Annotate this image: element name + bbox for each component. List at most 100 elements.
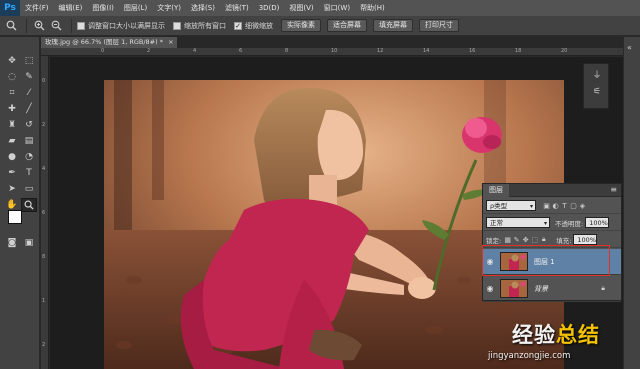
fill-screen-button[interactable]: 填充屏幕 (373, 19, 413, 32)
ruler-tick: 4 (42, 166, 46, 172)
move-tool-icon[interactable]: ✥ (4, 54, 20, 68)
quick-mask-icon[interactable]: ◙ (4, 236, 20, 250)
lasso-tool-icon[interactable]: ◌ (4, 70, 20, 84)
healing-brush-icon[interactable]: ✚ (4, 102, 20, 116)
layer-row-background[interactable]: ◉ 背景 🔒︎ (483, 276, 621, 302)
ruler-tick: 0 (101, 48, 105, 54)
lock-artboard-icon[interactable]: ⬚ (530, 236, 539, 244)
checkbox-box[interactable] (77, 21, 85, 30)
lock-transparent-icon[interactable]: ▦ (503, 236, 512, 244)
ruler-tick: 6 (239, 48, 243, 54)
path-select-icon[interactable]: ➤ (4, 182, 20, 196)
menu-view[interactable]: 视图(V) (284, 0, 318, 16)
resize-windows-label: 调整窗口大小以满屏显示 (88, 21, 165, 30)
menu-file[interactable]: 文件(F) (20, 0, 54, 16)
horizontal-ruler: 0 2 4 6 8 10 12 14 16 18 20 (41, 48, 623, 56)
visibility-eye-icon[interactable]: ◉ (483, 284, 497, 293)
menu-select[interactable]: 选择(S) (186, 0, 220, 16)
layers-filter-row: ρ类型 ▾ ▣ ◐ T ▢ ◈ (483, 198, 621, 214)
pen-tool-icon[interactable]: ✒ (4, 166, 20, 180)
fill-label: 填充: (556, 236, 572, 245)
menu-help[interactable]: 帮助(H) (355, 0, 390, 16)
watermark-title-part1: 经验 (512, 323, 556, 347)
filter-shape-icon[interactable]: ▢ (569, 202, 578, 210)
lock-icon[interactable]: 🔒︎ (601, 284, 605, 293)
foreground-color-swatch[interactable] (8, 210, 22, 224)
ruler-tick: 20 (561, 48, 568, 54)
zoom-tool-icon[interactable] (4, 19, 18, 33)
filter-kind-select[interactable]: ρ类型 ▾ (486, 200, 536, 211)
checkbox-box[interactable] (173, 21, 181, 30)
divider (26, 18, 27, 33)
screen-mode-icon[interactable]: ▣ (21, 236, 37, 250)
document-tab[interactable]: 玫瑰.jpg @ 66.7% (图层 1, RGB/8#) * × (41, 37, 177, 48)
type-tool-icon[interactable]: T (21, 166, 37, 180)
panel-menu-icon[interactable]: ≡ (610, 185, 617, 194)
menu-image[interactable]: 图像(I) (87, 0, 119, 16)
dodge-tool-icon[interactable]: ◔ (21, 150, 37, 164)
blend-mode-select[interactable]: 正常 ▾ (486, 217, 550, 228)
ruler-tick: 16 (469, 48, 476, 54)
menu-3d[interactable]: 3D(D) (254, 0, 285, 16)
ruler-tick: 10 (331, 48, 338, 54)
resize-windows-checkbox[interactable]: 调整窗口大小以满屏显示 (77, 21, 165, 31)
actual-pixels-button[interactable]: 实际像素 (281, 19, 321, 32)
filter-smart-icon[interactable]: ◈ (578, 202, 587, 210)
menu-layer[interactable]: 图层(L) (119, 0, 152, 16)
collapse-icon[interactable]: « (627, 43, 632, 52)
crop-tool-icon[interactable]: ⌗ (4, 86, 20, 100)
fill-input[interactable]: 100% (573, 234, 598, 245)
watermark-title: 经验总结 (512, 319, 600, 349)
quick-select-tool-icon[interactable]: ✎ (21, 70, 37, 84)
close-icon[interactable]: × (168, 38, 173, 46)
opacity-input[interactable]: 100% (585, 217, 610, 228)
watermark-url: jingyanzongjie.com (488, 351, 571, 361)
checkbox-checked[interactable]: ✓ (234, 21, 242, 30)
opacity-label: 不透明度: (555, 219, 584, 228)
highlight-box (482, 245, 610, 276)
brush-tool-icon[interactable]: ╱ (21, 102, 37, 116)
filter-type-icon[interactable]: T (560, 202, 569, 210)
layer-thumbnail (500, 279, 528, 298)
lock-all-icon[interactable]: 🔒︎ (539, 235, 548, 244)
ruler-tick: 6 (42, 210, 46, 216)
adjustments-panel-icon[interactable]: ⚟ (590, 86, 604, 98)
zoom-in-icon[interactable] (32, 19, 46, 33)
zoom-all-windows-checkbox[interactable]: 缩放所有窗口 (173, 21, 226, 31)
lock-image-icon[interactable]: ✎ (512, 236, 521, 244)
ruler-tick: 0 (42, 78, 46, 84)
ruler-tick: 8 (42, 254, 46, 260)
menu-filter[interactable]: 滤镜(T) (220, 0, 254, 16)
layers-tab[interactable]: 图层 (483, 184, 509, 197)
history-brush-icon[interactable]: ↺ (21, 118, 37, 132)
menu-window[interactable]: 窗口(W) (319, 0, 355, 16)
ruler-tick: 2 (42, 122, 46, 128)
filter-adjust-icon[interactable]: ◐ (551, 202, 560, 210)
vertical-ruler: 0 2 4 6 8 1 2 (41, 56, 49, 369)
ruler-tick: 18 (515, 48, 522, 54)
scrubby-zoom-label: 细微缩放 (245, 21, 273, 30)
fill-value: 100% (577, 236, 596, 244)
lock-label: 锁定: (486, 236, 502, 245)
scrubby-zoom-checkbox[interactable]: ✓ 细微缩放 (234, 21, 273, 31)
blur-tool-icon[interactable]: ● (4, 150, 20, 164)
ruler-tick: 14 (423, 48, 430, 54)
history-panel-icon[interactable]: ⏚ (590, 68, 604, 81)
print-size-button[interactable]: 打印尺寸 (419, 19, 459, 32)
menu-type[interactable]: 文字(Y) (152, 0, 186, 16)
zoom-tool-active-icon[interactable] (21, 198, 37, 212)
ruler-tick: 8 (285, 48, 289, 54)
menu-edit[interactable]: 编辑(E) (54, 0, 88, 16)
clone-stamp-icon[interactable]: ♜ (4, 118, 20, 132)
watermark-title-part2: 总结 (556, 323, 600, 347)
lock-position-icon[interactable]: ✥ (521, 236, 530, 244)
eyedropper-tool-icon[interactable]: ⁄ (21, 86, 37, 100)
eraser-tool-icon[interactable]: ▰ (4, 134, 20, 148)
artboard-tool-icon[interactable]: ⬚ (21, 54, 37, 68)
shape-tool-icon[interactable]: ▭ (21, 182, 37, 196)
zoom-out-icon[interactable] (49, 19, 63, 33)
fit-screen-button[interactable]: 适合屏幕 (327, 19, 367, 32)
gradient-tool-icon[interactable]: ▤ (21, 134, 37, 148)
filter-pixel-icon[interactable]: ▣ (542, 202, 551, 210)
ruler-tick: 4 (193, 48, 197, 54)
